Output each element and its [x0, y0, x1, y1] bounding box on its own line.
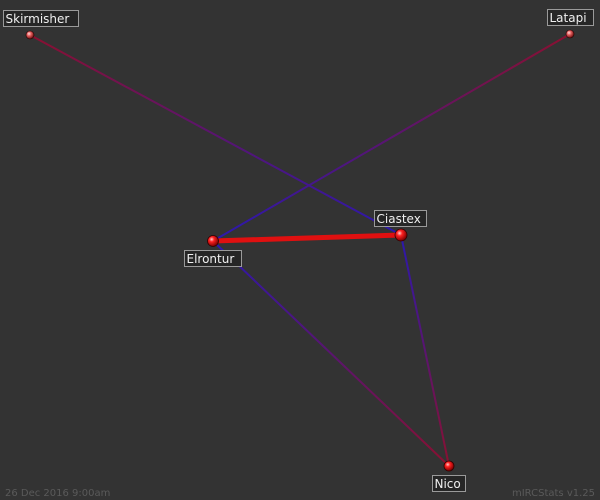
node-nico: Nico	[432, 460, 466, 492]
node-marker-skirmisher	[25, 30, 35, 40]
relationship-map-canvas: Skirmisher Latapi Ciastex Elrontur Nico …	[3, 9, 595, 499]
edge-elrontur-ciastex	[212, 232, 402, 244]
edge-skirmisher-ciastex	[29, 34, 402, 236]
edge-ciastex-nico	[400, 234, 450, 467]
node-label-skirmisher: Skirmisher	[6, 12, 70, 26]
edge-elrontur-nico	[212, 240, 450, 467]
node-latapi: Latapi	[547, 9, 594, 39]
relationship-map: Skirmisher Latapi Ciastex Elrontur Nico …	[0, 0, 600, 500]
node-label-latapi: Latapi	[550, 11, 587, 25]
node-label-nico: Nico	[435, 477, 461, 491]
node-marker-ciastex	[394, 228, 408, 242]
node-marker-latapi	[565, 29, 575, 39]
node-skirmisher: Skirmisher	[3, 10, 79, 40]
node-label-ciastex: Ciastex	[377, 212, 421, 226]
node-marker-nico	[443, 460, 455, 472]
node-label-elrontur: Elrontur	[187, 252, 235, 266]
edge-latapi-elrontur	[212, 33, 571, 242]
node-marker-elrontur	[207, 235, 219, 247]
footer-generator: mIRCStats v1.25	[512, 488, 595, 499]
footer-timestamp: 26 Dec 2016 9:00am	[5, 488, 110, 499]
